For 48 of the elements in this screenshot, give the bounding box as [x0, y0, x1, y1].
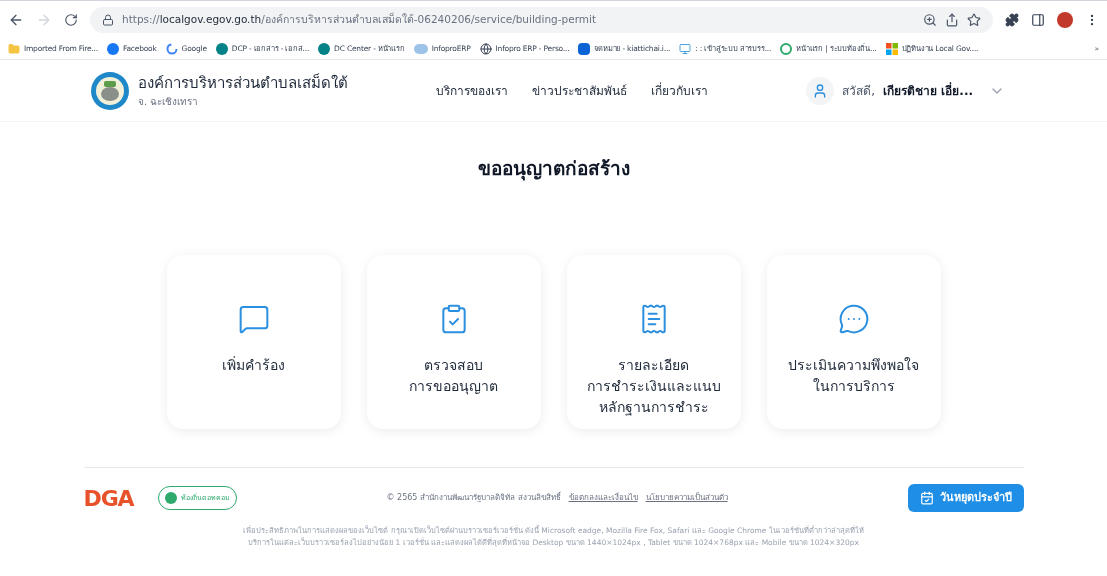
- sharepoint-icon: [318, 42, 331, 55]
- nav-link[interactable]: ข่าวประชาสัมพันธ์: [532, 81, 627, 100]
- side-panel-icon[interactable]: [1031, 12, 1045, 27]
- org-name: องค์การบริหารส่วนตำบลเสม็ดใต้: [138, 72, 348, 94]
- reload-icon[interactable]: [64, 12, 78, 27]
- user-name: เกียรติชาย เอี่ย...: [883, 81, 973, 100]
- card-label: รายละเอียด: [618, 355, 689, 375]
- page-title: ขออนุญาตก่อสร้าง: [477, 156, 630, 183]
- user-avatar[interactable]: [806, 76, 835, 105]
- greeting-text: สวัสดี,: [842, 82, 876, 100]
- card-label: หลักฐานการชำระ: [598, 397, 709, 418]
- org-logo: [90, 70, 130, 111]
- card-label: ในการบริการ: [812, 376, 895, 396]
- zoom-icon[interactable]: [923, 12, 937, 27]
- card-label: เพิ่มคำร้อง: [222, 355, 285, 375]
- profile-avatar[interactable]: [1057, 11, 1073, 28]
- cloud-icon: [413, 43, 428, 54]
- footer-link[interactable]: ข้อตกลงและเงื่อนไข: [568, 492, 638, 504]
- card-label: การชำระเงินและแนบ: [586, 376, 721, 396]
- facebook-icon: [106, 42, 119, 55]
- sharepoint-icon: [215, 42, 228, 55]
- globe-icon: [479, 42, 492, 55]
- nav-link[interactable]: บริการของเรา: [436, 81, 508, 100]
- card-label: การขออนุญาต: [409, 376, 498, 397]
- service-card[interactable]: รายละเอียด การชำระเงินและแนบ หลักฐานการชำระ: [566, 254, 741, 429]
- google-icon: [165, 42, 178, 55]
- card-label: ประเมินความพึงพอใจ: [788, 355, 919, 375]
- dga-logo: DGA: [83, 484, 134, 513]
- windows-icon: [885, 42, 898, 55]
- calendar-icon: [919, 491, 934, 505]
- share-icon[interactable]: [945, 12, 959, 27]
- address-bar[interactable]: https://localgov.egov.go.th/องค์การบริหารส่วนตำบลเสม็ดใต้-06240206/service/building-permit: [90, 6, 993, 33]
- folder-icon: [8, 42, 20, 55]
- province-text: จ. ฉะเชิงเทรา: [138, 95, 200, 110]
- extensions-icon[interactable]: [1005, 12, 1019, 27]
- service-card[interactable]: ตรวจสอบ การขออนุญาต: [366, 254, 541, 429]
- nav-link[interactable]: เกี่ยวกับเรา: [651, 81, 708, 100]
- copyright-text: © 2565 สำนักงานพัฒนารัฐบาลดิจิทัล สงวนลิขสิทธิ์: [386, 492, 561, 504]
- card-label: ตรวจสอบ: [424, 355, 483, 375]
- monitor-icon: [679, 42, 692, 55]
- bookmark-star-icon[interactable]: [967, 12, 981, 27]
- mail-app-icon: [578, 42, 591, 55]
- service-card[interactable]: เพิ่มคำร้อง: [166, 254, 341, 429]
- lock-icon: [102, 13, 114, 26]
- service-card[interactable]: ประเมินความพึงพอใจ ในการบริการ: [766, 254, 941, 429]
- footer-link[interactable]: นโยบายความเป็นส่วนตัว: [645, 492, 728, 504]
- url-text: https://localgov.egov.go.th/องค์การบริหารส่วนตำบลเสม็ดใต้-06240206/service/building-permit: [122, 11, 598, 27]
- chat-icon: [837, 302, 870, 335]
